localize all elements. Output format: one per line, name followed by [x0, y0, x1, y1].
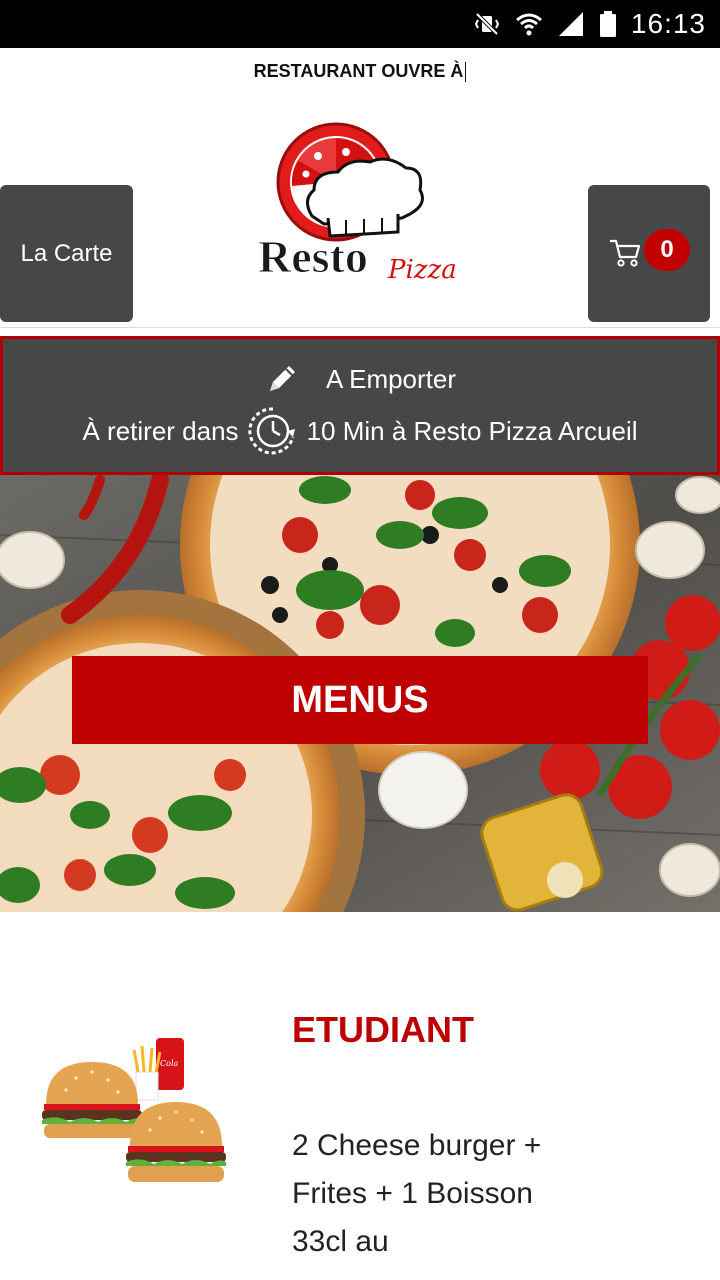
logo-wordmark: Resto: [258, 231, 368, 282]
resto-pizza-logo[interactable]: Resto Pizza: [248, 120, 468, 294]
text-caret: [465, 62, 467, 83]
burger-menu-image: Cola: [42, 1038, 226, 1182]
wifi-icon: [515, 13, 542, 36]
status-bar: 16:13: [0, 0, 720, 48]
clock-icon: [247, 407, 295, 455]
battery-icon: [599, 11, 616, 37]
pencil-icon[interactable]: [264, 361, 300, 397]
logo-script: Pizza: [387, 255, 457, 285]
order-mode-bar[interactable]: A Emporter À retirer dans 10 Min à Resto…: [0, 336, 720, 475]
menu-item-card[interactable]: Cola ETUDIANT 2 Cheese burger + Frites +…: [0, 912, 720, 1280]
header: La Carte Resto Pizza 0: [0, 94, 720, 328]
mute-vibrate-icon: [474, 12, 500, 36]
pickup-detail: 10 Min à Resto Pizza Arcueil: [306, 415, 638, 446]
pickup-line: À retirer dans 10 Min à Resto Pizza Arcu…: [3, 405, 717, 457]
signal-icon: [558, 12, 583, 36]
cart-icon: [610, 239, 641, 267]
la-carte-label: La Carte: [20, 239, 113, 267]
menu-item-description: 2 Cheese burger + Frites + 1 Boisson 33c…: [292, 1129, 542, 1258]
cart-button[interactable]: 0: [588, 185, 710, 322]
menus-banner-button[interactable]: MENUS: [72, 656, 648, 744]
status-icons: 16:13: [473, 8, 706, 40]
cart-count-badge: 0: [644, 229, 690, 271]
hero-pizza-image: MENUS: [0, 475, 720, 912]
mode-label: A Emporter: [325, 363, 457, 394]
opening-ticker: RESTAURANT OUVRE À: [0, 48, 720, 94]
menu-item-title: ETUDIANT: [292, 1009, 474, 1050]
status-time: 16:13: [630, 8, 706, 39]
menus-banner-label: MENUS: [291, 678, 429, 721]
mode-line: A Emporter: [3, 361, 717, 397]
pickup-prefix: À retirer dans: [82, 415, 239, 446]
svg-text:Cola: Cola: [160, 1059, 178, 1068]
la-carte-button[interactable]: La Carte: [0, 185, 133, 322]
ticker-text: RESTAURANT OUVRE À: [253, 61, 464, 81]
